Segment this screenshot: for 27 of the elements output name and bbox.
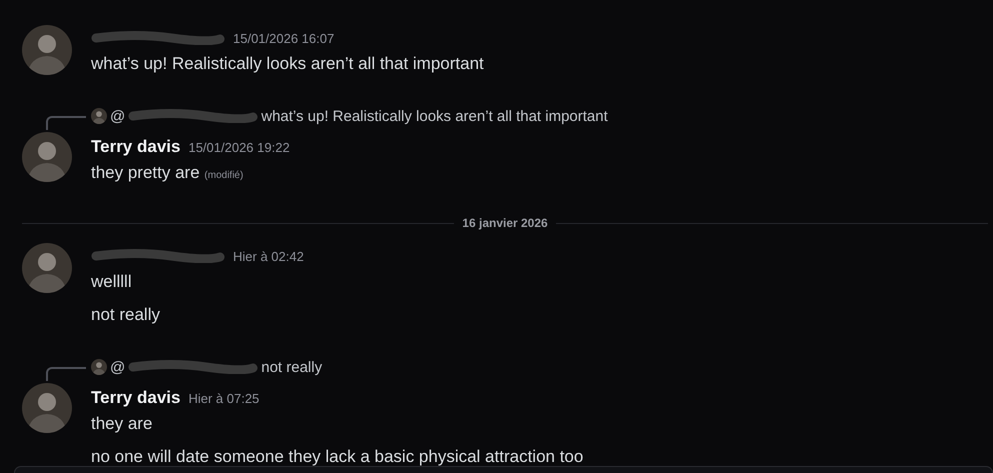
avatar [22, 383, 72, 433]
reply-avatar [91, 108, 107, 124]
message-text: not really [91, 305, 160, 324]
message-input-field[interactable] [14, 466, 993, 473]
avatar [22, 243, 72, 293]
timestamp: Hier à 02:42 [233, 248, 304, 264]
edited-label: (modifié) [204, 170, 244, 181]
message-text: they pretty are [91, 163, 200, 182]
username[interactable]: Terry davis [91, 137, 180, 157]
reply-avatar [91, 359, 107, 375]
timestamp: Hier à 07:25 [188, 390, 260, 406]
reply-mention[interactable]: @ [110, 108, 126, 124]
timestamp: 15/01/2026 19:22 [188, 140, 290, 154]
message-text: welllll [91, 272, 132, 291]
reply-preview[interactable]: not really [261, 358, 322, 376]
message-text: no one will date someone they lack a basic physical attraction too [91, 447, 584, 466]
message-text: they are [91, 414, 152, 433]
avatar [22, 132, 72, 182]
username[interactable]: Terry davis [91, 388, 180, 408]
timestamp: 15/01/2026 16:07 [233, 30, 334, 46]
reply-connector [46, 116, 86, 130]
reply-mention[interactable]: @ [110, 358, 126, 376]
reply-preview[interactable]: what’s up! Realistically looks aren’t all that important [261, 108, 608, 124]
date-divider-label: 16 janvier 2026 [462, 216, 548, 230]
message-text: what’s up! Realistically looks aren’t all that important [91, 54, 484, 73]
reply-connector [46, 367, 86, 381]
avatar [22, 25, 72, 75]
